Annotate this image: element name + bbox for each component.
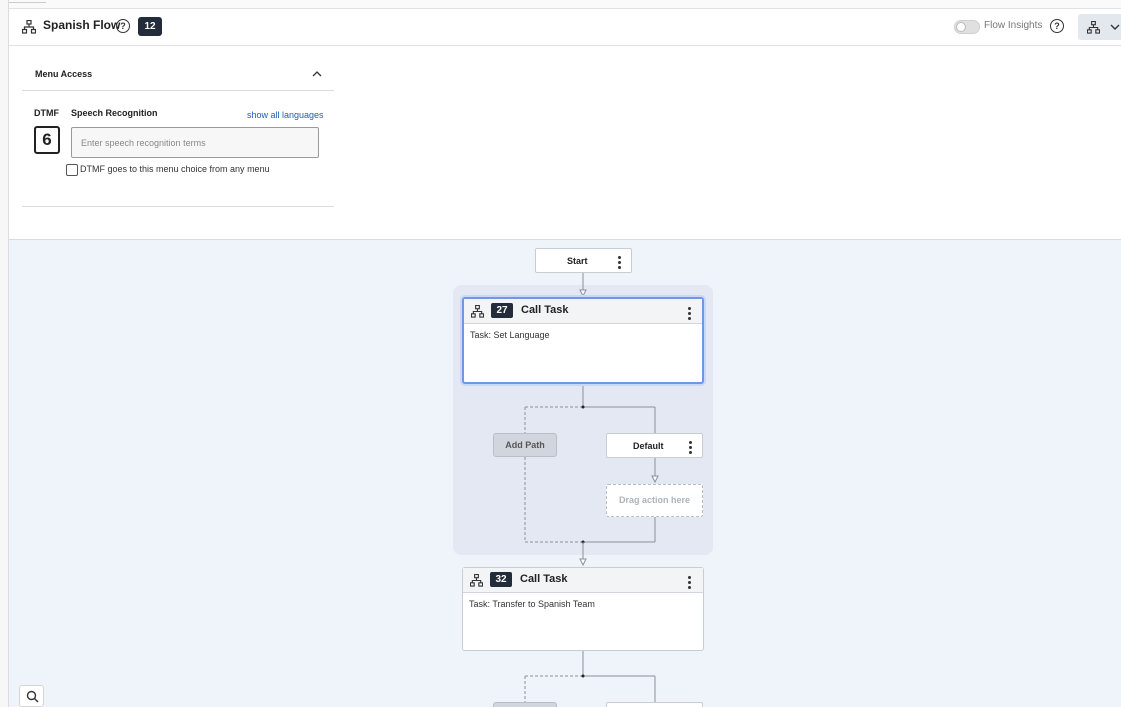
call-task-node[interactable]: 27 Call Task Task: Set Language: [462, 297, 704, 384]
task-header: 27 Call Task: [464, 299, 702, 324]
dtmf-global-checkbox-label: DTMF goes to this menu choice from any m…: [80, 164, 270, 174]
start-node[interactable]: Start: [535, 248, 632, 273]
task-description: Task: Transfer to Spanish Team: [469, 599, 595, 609]
flow-icon: [470, 574, 483, 587]
search-icon: [26, 690, 39, 703]
kebab-menu-icon[interactable]: [689, 441, 693, 456]
dtmf-label: DTMF: [34, 108, 59, 118]
kebab-menu-icon[interactable]: [688, 307, 692, 322]
top-tab-strip: [0, 0, 1121, 9]
toggle-knob: [956, 22, 966, 32]
flow-insights-toggle[interactable]: [954, 20, 980, 34]
flow-insights-help-icon[interactable]: ?: [1050, 19, 1064, 33]
task-number-badge: 27: [491, 303, 513, 318]
chevron-down-icon: [1110, 24, 1120, 30]
start-label: Start: [567, 256, 588, 266]
add-path-button[interactable]: Add Path: [493, 433, 557, 457]
task-header: 32 Call Task: [463, 568, 703, 593]
flow-icon: [471, 305, 484, 318]
task-number-badge: 32: [490, 572, 512, 587]
speech-recognition-input[interactable]: [71, 127, 319, 158]
call-task-node[interactable]: 32 Call Task Task: Transfer to Spanish T…: [462, 567, 704, 651]
flow-title: Spanish Flow: [43, 18, 121, 32]
section-divider: [22, 90, 334, 91]
task-title: Call Task: [521, 304, 569, 316]
chevron-up-icon[interactable]: [311, 69, 323, 79]
kebab-menu-icon[interactable]: [618, 256, 622, 271]
flow-count-badge: 12: [138, 17, 162, 36]
dtmf-digit[interactable]: 6: [34, 126, 60, 154]
add-path-button[interactable]: [493, 702, 557, 707]
canvas-search-button[interactable]: [19, 685, 44, 707]
flow-insights-label: Flow Insights: [984, 20, 1043, 31]
left-sidebar-edge: [0, 0, 9, 707]
view-mode-dropdown[interactable]: [1078, 14, 1121, 40]
help-icon[interactable]: ?: [116, 19, 130, 33]
default-label: Default: [633, 441, 664, 451]
menu-access-title: Menu Access: [35, 69, 93, 79]
section-divider-bottom: [22, 206, 334, 207]
kebab-menu-icon[interactable]: [688, 576, 692, 591]
task-description: Task: Set Language: [470, 330, 550, 340]
dtmf-global-checkbox[interactable]: [66, 164, 78, 176]
default-path-node[interactable]: [606, 702, 703, 707]
default-path-node[interactable]: Default: [606, 433, 703, 458]
flow-icon: [22, 20, 36, 34]
flow-canvas[interactable]: Start 27 Call Task Task: Set Language Ad…: [9, 240, 1121, 707]
flow-header: Spanish Flow ? 12 Flow Insights ?: [9, 9, 1121, 46]
speech-recognition-label: Speech Recognition: [71, 108, 158, 118]
task-title: Call Task: [520, 573, 568, 585]
drag-action-dropzone[interactable]: Drag action here: [606, 484, 703, 517]
menu-access-panel: Menu Access DTMF Speech Recognition show…: [9, 46, 1121, 240]
show-all-languages-link[interactable]: show all languages: [247, 110, 324, 120]
flow-icon: [1087, 21, 1100, 34]
